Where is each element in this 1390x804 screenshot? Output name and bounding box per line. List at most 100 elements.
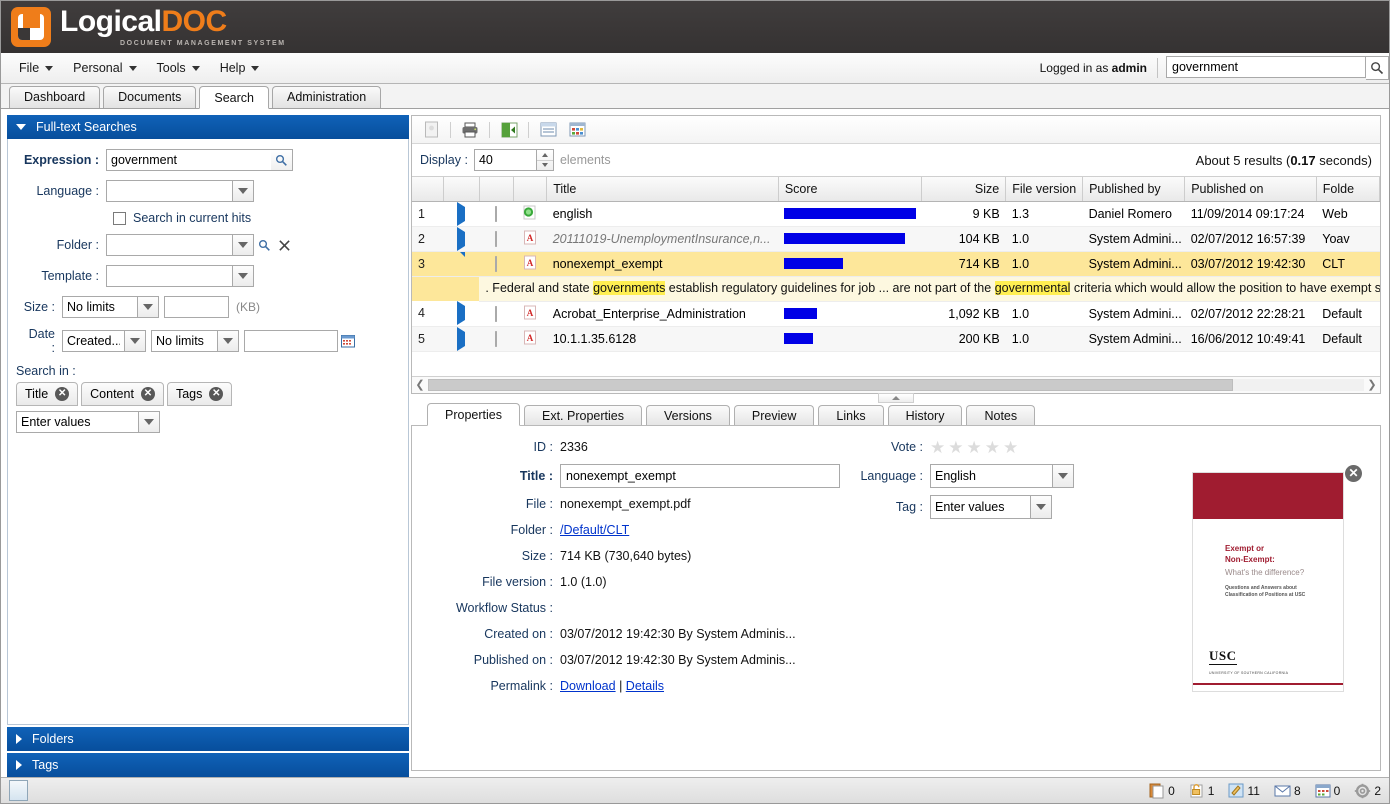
col-status[interactable] bbox=[479, 177, 513, 201]
tag-combo[interactable] bbox=[930, 495, 1052, 519]
folder-link[interactable]: /Default/CLT bbox=[560, 523, 629, 537]
col-expand[interactable] bbox=[444, 177, 480, 201]
row-title[interactable]: Acrobat_Enterprise_Administration bbox=[547, 301, 779, 326]
splitter-grip[interactable] bbox=[878, 393, 914, 403]
date-limits-dropdown-button[interactable] bbox=[217, 330, 239, 352]
row-title[interactable]: 20111019-UnemploymentInsurance,n... bbox=[547, 226, 779, 251]
folders-panel-header[interactable]: Folders bbox=[7, 727, 409, 751]
folder-search-button[interactable] bbox=[254, 234, 274, 256]
folder-clear-button[interactable] bbox=[274, 234, 294, 256]
col-published-on[interactable]: Published on bbox=[1185, 177, 1317, 201]
star-icon[interactable]: ★ bbox=[967, 439, 982, 456]
star-icon[interactable]: ★ bbox=[930, 439, 945, 456]
search-current-hits-checkbox[interactable] bbox=[113, 212, 126, 225]
star-icon[interactable]: ★ bbox=[948, 439, 963, 456]
tab-documents[interactable]: Documents bbox=[103, 86, 196, 108]
scroll-track[interactable] bbox=[428, 379, 1364, 391]
display-count-input[interactable] bbox=[474, 149, 536, 171]
search-in-values-dropdown-button[interactable] bbox=[138, 411, 160, 433]
status-clipboard[interactable]: 0 bbox=[1149, 782, 1175, 799]
row-expand-toggle[interactable] bbox=[444, 326, 480, 351]
tab-administration[interactable]: Administration bbox=[272, 86, 381, 108]
scroll-thumb[interactable] bbox=[428, 379, 1233, 391]
close-icon[interactable]: ✕ bbox=[1345, 465, 1362, 482]
language-combo[interactable] bbox=[106, 180, 254, 202]
row-expand-toggle[interactable] bbox=[444, 226, 480, 251]
row-expand-toggle[interactable] bbox=[444, 201, 480, 226]
status-calendar[interactable]: 0 bbox=[1315, 783, 1341, 798]
tab-preview[interactable]: Preview bbox=[734, 405, 814, 426]
search-in-values-combo[interactable] bbox=[16, 411, 160, 433]
display-count-stepper[interactable] bbox=[474, 149, 554, 171]
document-icon[interactable] bbox=[9, 780, 28, 801]
table-row[interactable]: 2 A 20111019-UnemploymentInsurance,n... … bbox=[412, 226, 1380, 251]
grid-view-icon[interactable] bbox=[564, 118, 590, 142]
table-row[interactable]: 5 A 10.1.1.35.6128 200 KB 1.0 System Adm… bbox=[412, 326, 1380, 351]
menu-file[interactable]: File bbox=[9, 58, 63, 78]
tab-links[interactable]: Links bbox=[818, 405, 883, 426]
global-search-input[interactable] bbox=[1166, 56, 1366, 78]
tab-versions[interactable]: Versions bbox=[646, 405, 730, 426]
search-in-values-input[interactable] bbox=[16, 411, 138, 433]
status-messages[interactable]: 8 bbox=[1274, 784, 1301, 798]
col-rownum[interactable] bbox=[412, 177, 444, 201]
details-link[interactable]: Details bbox=[626, 679, 664, 693]
chip-content[interactable]: Content ✕ bbox=[81, 382, 164, 406]
folder-combo[interactable] bbox=[106, 234, 254, 256]
print-icon[interactable] bbox=[457, 118, 483, 142]
close-icon[interactable]: ✕ bbox=[141, 387, 155, 401]
display-count-spinner-buttons[interactable] bbox=[536, 149, 554, 171]
stepper-down-button[interactable] bbox=[537, 161, 553, 171]
size-dropdown-button[interactable] bbox=[137, 296, 159, 318]
document-thumbnail[interactable]: Exempt or Non-Exempt: What's the differe… bbox=[1192, 472, 1344, 692]
size-select-input[interactable] bbox=[62, 296, 137, 318]
date-limits-input[interactable] bbox=[151, 330, 217, 352]
panel-splitter[interactable] bbox=[411, 394, 1381, 403]
date-type-input[interactable] bbox=[62, 330, 124, 352]
close-icon[interactable]: ✕ bbox=[209, 387, 223, 401]
date-type-combo[interactable] bbox=[62, 330, 146, 352]
grid-horizontal-scrollbar[interactable]: ❮ ❯ bbox=[412, 376, 1380, 393]
tags-panel-header[interactable]: Tags bbox=[7, 753, 409, 777]
col-title[interactable]: Title bbox=[547, 177, 779, 201]
col-file-version[interactable]: File version bbox=[1006, 177, 1083, 201]
table-row[interactable]: 3 A nonexempt_exempt 714 KB 1.0 System A… bbox=[412, 251, 1380, 276]
language-input[interactable] bbox=[930, 464, 1052, 488]
size-combo[interactable] bbox=[62, 296, 159, 318]
col-size[interactable]: Size bbox=[922, 177, 1006, 201]
chip-title[interactable]: Title ✕ bbox=[16, 382, 78, 406]
tab-dashboard[interactable]: Dashboard bbox=[9, 86, 100, 108]
download-link[interactable]: Download bbox=[560, 679, 616, 693]
size-value-input[interactable] bbox=[164, 296, 229, 318]
expression-input[interactable] bbox=[106, 149, 271, 171]
language-combo[interactable] bbox=[930, 464, 1074, 488]
table-row[interactable]: 1 english 9 KB 1.3 Daniel Romero 11/09 bbox=[412, 201, 1380, 226]
vote-stars[interactable]: ★ ★ ★ ★ ★ bbox=[930, 439, 1018, 456]
col-folder[interactable]: Folde bbox=[1316, 177, 1379, 201]
title-input[interactable] bbox=[560, 464, 840, 488]
status-tasks[interactable]: 2 bbox=[1354, 783, 1381, 799]
row-title[interactable]: 10.1.1.35.6128 bbox=[547, 326, 779, 351]
tab-ext-properties[interactable]: Ext. Properties bbox=[524, 405, 642, 426]
col-score[interactable]: Score bbox=[778, 177, 921, 201]
tab-search[interactable]: Search bbox=[199, 86, 269, 109]
menu-tools[interactable]: Tools bbox=[147, 58, 210, 78]
language-dropdown-button[interactable] bbox=[1052, 464, 1074, 488]
template-dropdown-button[interactable] bbox=[232, 265, 254, 287]
folder-input[interactable] bbox=[106, 234, 232, 256]
template-input[interactable] bbox=[106, 265, 232, 287]
tab-properties[interactable]: Properties bbox=[427, 403, 520, 426]
col-filetype[interactable] bbox=[513, 177, 547, 201]
date-value-input[interactable] bbox=[244, 330, 338, 352]
tab-history[interactable]: History bbox=[888, 405, 963, 426]
current-hits-row[interactable]: Search in current hits bbox=[8, 211, 408, 225]
table-row[interactable]: 4 A Acrobat_Enterprise_Administration 1,… bbox=[412, 301, 1380, 326]
scroll-left-button[interactable]: ❮ bbox=[412, 377, 428, 393]
tag-input[interactable] bbox=[930, 495, 1030, 519]
menu-personal[interactable]: Personal bbox=[63, 58, 146, 78]
star-icon[interactable]: ★ bbox=[1003, 439, 1018, 456]
language-dropdown-button[interactable] bbox=[232, 180, 254, 202]
status-locked[interactable]: 1 bbox=[1189, 782, 1215, 799]
row-title[interactable]: english bbox=[547, 201, 779, 226]
document-icon[interactable] bbox=[418, 118, 444, 142]
